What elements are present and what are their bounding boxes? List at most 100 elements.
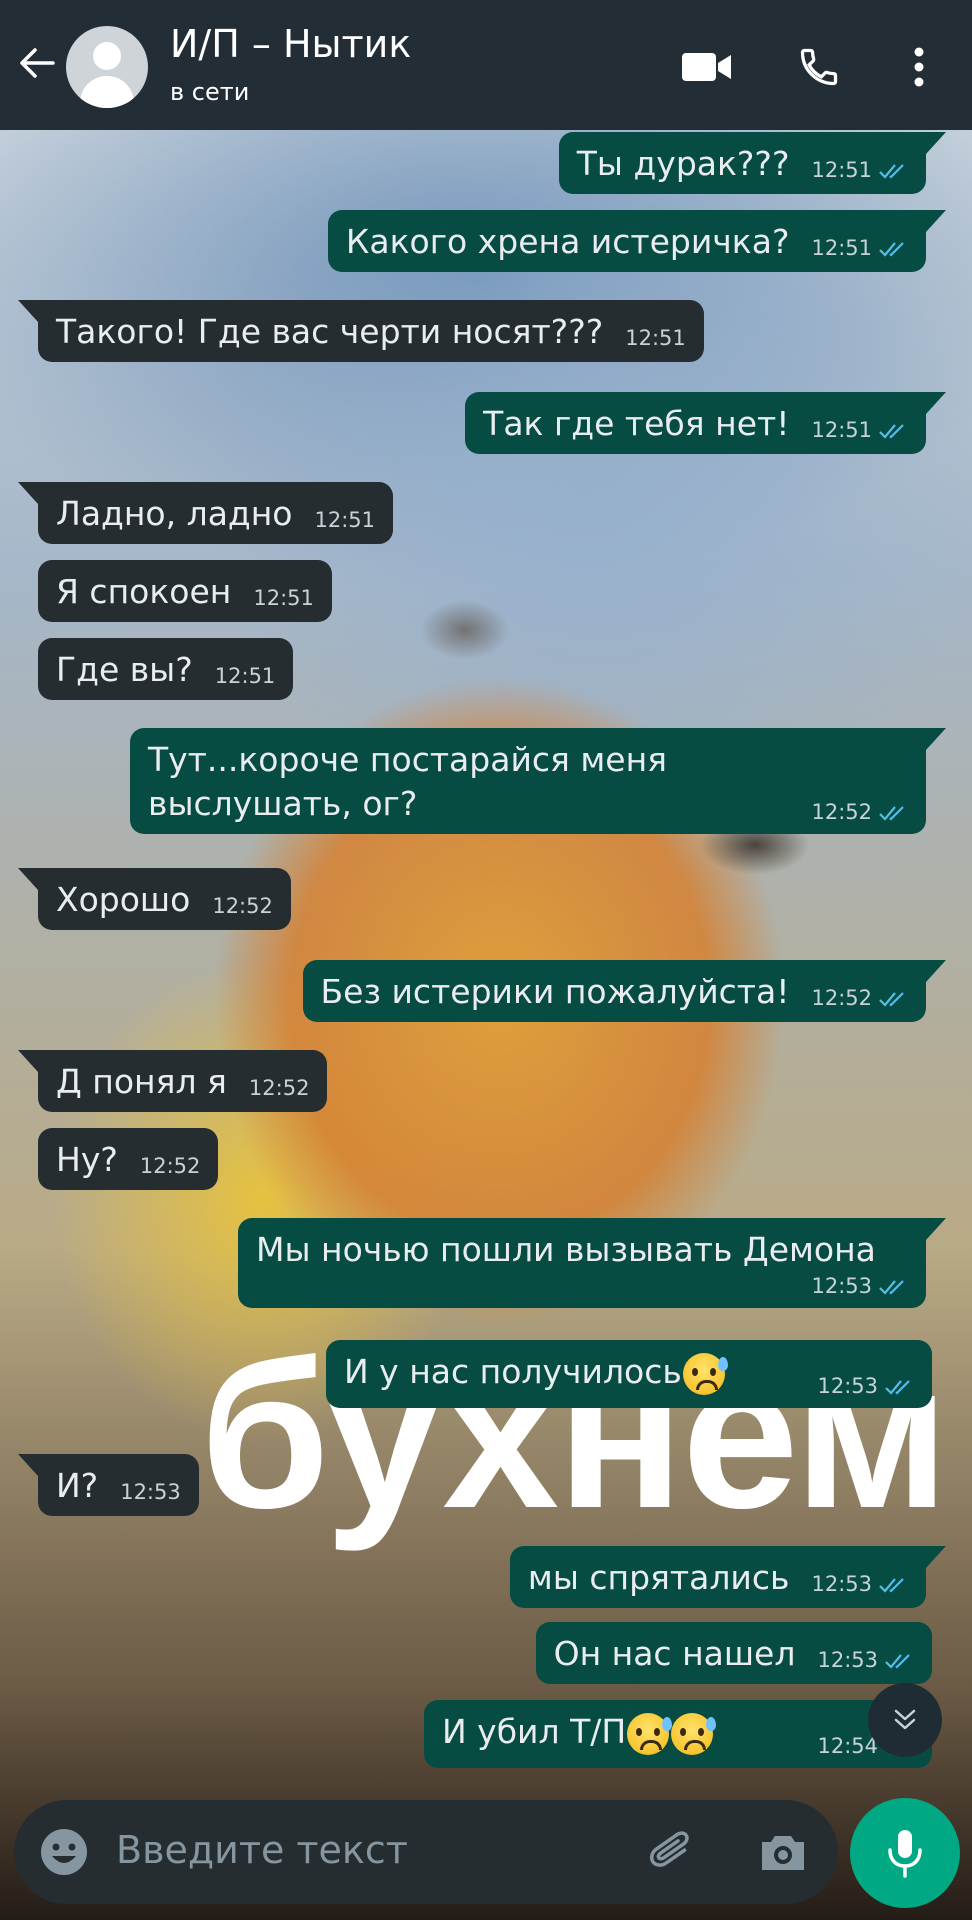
read-ticks-icon <box>879 424 904 439</box>
message-meta: 12:51 <box>811 234 908 262</box>
message-outgoing[interactable]: И убил Т/П 12:54 <box>424 1700 932 1768</box>
message-meta: 12:52 <box>811 984 908 1012</box>
message-text: Ну? <box>56 1140 118 1179</box>
read-ticks-icon <box>879 806 904 821</box>
message-incoming[interactable]: Ладно, ладно 12:51 <box>17 482 394 544</box>
message-outgoing[interactable]: Он нас нашел 12:53 <box>535 1622 932 1684</box>
message-meta: 12:53 <box>256 1272 908 1300</box>
message-meta: 12:52 <box>212 892 273 920</box>
message-incoming[interactable]: Д понял я 12:52 <box>17 1050 328 1112</box>
message-time: 12:51 <box>214 664 276 688</box>
message-meta: 12:51 <box>253 584 314 612</box>
message-meta: 12:51 <box>811 156 908 184</box>
message-time: 12:51 <box>253 586 314 610</box>
message-time: 12:51 <box>625 326 686 350</box>
message-outgoing[interactable]: Тут...короче постарайся меня выслушать, … <box>130 728 946 834</box>
read-ticks-icon <box>879 1578 904 1593</box>
read-ticks-icon <box>885 1380 910 1395</box>
back-arrow-icon[interactable] <box>14 40 60 86</box>
message-meta: 12:53 <box>817 1372 914 1400</box>
message-outgoing[interactable]: Какого хрена истеричка? 12:51 <box>327 210 947 272</box>
message-outgoing[interactable]: Ты дурак??? 12:51 <box>558 132 947 194</box>
message-time: 12:51 <box>811 418 872 442</box>
message-incoming[interactable]: Такого! Где вас черти носят??? 12:51 <box>18 300 704 362</box>
chat-header: И/П – Нытик в сети <box>0 0 972 130</box>
message-text: Ты дурак??? <box>576 144 790 183</box>
message-outgoing[interactable]: Мы ночью пошли вызывать Демона 12:53 <box>238 1218 946 1308</box>
message-meta: 12:53 <box>817 1646 914 1674</box>
voice-call-icon[interactable] <box>792 40 846 94</box>
avatar[interactable] <box>66 26 148 108</box>
message-text: И у нас получилось <box>344 1352 682 1391</box>
message-time: 12:51 <box>314 508 376 532</box>
message-outgoing[interactable]: мы спрятались 12:53 <box>509 1546 947 1608</box>
message-time: 12:52 <box>811 986 872 1010</box>
video-call-icon[interactable] <box>680 40 734 94</box>
read-ticks-icon <box>879 242 904 257</box>
message-time: 12:51 <box>811 158 872 182</box>
sweat-drop-shape <box>706 1716 717 1731</box>
microphone-icon <box>888 1830 922 1878</box>
message-incoming[interactable]: И? 12:53 <box>18 1454 199 1516</box>
contact-name[interactable]: И/П – Нытик <box>170 22 411 66</box>
anxious-sweat-emoji-icon <box>682 1352 728 1395</box>
camera-icon[interactable] <box>756 1826 810 1880</box>
message-text: Он нас нашел <box>553 1634 796 1673</box>
message-text: Мы ночью пошли вызывать Демона <box>256 1230 876 1269</box>
message-incoming[interactable]: Ну? 12:52 <box>38 1128 219 1190</box>
message-text: мы спрятались <box>527 1558 790 1597</box>
message-text: Ладно, ладно <box>56 494 293 533</box>
message-incoming[interactable]: Где вы? 12:51 <box>38 638 294 700</box>
read-ticks-icon <box>879 1280 904 1295</box>
more-options-icon[interactable] <box>892 40 946 94</box>
message-incoming[interactable]: Хорошо 12:52 <box>18 868 291 930</box>
message-text: Д понял я <box>56 1062 227 1101</box>
emoji-icon[interactable] <box>38 1826 90 1878</box>
avatar-head-shape <box>93 42 121 70</box>
message-meta: 12:51 <box>215 662 276 690</box>
message-meta: 12:51 <box>315 506 376 534</box>
message-meta: 12:51 <box>625 324 686 352</box>
attach-paperclip-icon[interactable] <box>644 1824 700 1880</box>
double-chevron-down-icon <box>894 1709 916 1730</box>
message-text: Где вы? <box>56 650 193 689</box>
message-meta: 12:53 <box>120 1478 181 1506</box>
message-time: 12:51 <box>811 236 872 260</box>
message-meta: 12:52 <box>140 1152 201 1180</box>
message-time: 12:52 <box>212 894 273 918</box>
message-text: Так где тебя нет! <box>483 404 790 443</box>
message-time: 12:52 <box>139 1154 201 1178</box>
message-text: Без истерики пожалуйста! <box>320 972 790 1011</box>
message-time: 12:53 <box>811 1572 872 1596</box>
message-text: Я спокоен <box>56 572 232 611</box>
message-time: 12:53 <box>811 1274 872 1298</box>
message-text: Хорошо <box>56 880 191 919</box>
anxious-sweat-emoji-icon <box>671 1712 717 1755</box>
voice-record-button[interactable] <box>850 1798 960 1908</box>
anxious-sweat-emoji-icon <box>627 1712 673 1755</box>
message-time: 12:53 <box>817 1648 878 1672</box>
message-text: И убил Т/П <box>442 1712 627 1751</box>
message-text: И? <box>56 1466 99 1505</box>
scroll-to-bottom-button[interactable] <box>868 1683 942 1757</box>
message-meta: 12:52 <box>249 1074 310 1102</box>
message-text: Какого хрена истеричка? <box>345 222 790 261</box>
message-incoming[interactable]: Я спокоен 12:51 <box>38 560 332 622</box>
read-ticks-icon <box>879 992 904 1007</box>
message-outgoing[interactable]: Без истерики пожалуйста! 12:52 <box>302 960 946 1022</box>
message-time: 12:53 <box>120 1480 181 1504</box>
read-ticks-icon <box>879 164 904 179</box>
message-text: Такого! Где вас черти носят??? <box>56 312 604 351</box>
contact-status: в сети <box>170 78 250 106</box>
wallpaper-bird-shadow <box>420 600 510 660</box>
message-meta: 12:51 <box>811 416 908 444</box>
message-outgoing[interactable]: И у нас получилось 12:53 <box>326 1340 932 1408</box>
avatar-body-shape <box>80 76 134 108</box>
message-time: 12:52 <box>248 1076 310 1100</box>
message-meta: 12:53 <box>811 1570 908 1598</box>
message-time: 12:54 <box>817 1734 878 1758</box>
message-time: 12:53 <box>817 1374 878 1398</box>
message-input[interactable]: Введите текст <box>116 1828 408 1872</box>
message-outgoing[interactable]: Так где тебя нет! 12:51 <box>465 392 946 454</box>
message-input-bar[interactable]: Введите текст <box>14 1800 838 1904</box>
